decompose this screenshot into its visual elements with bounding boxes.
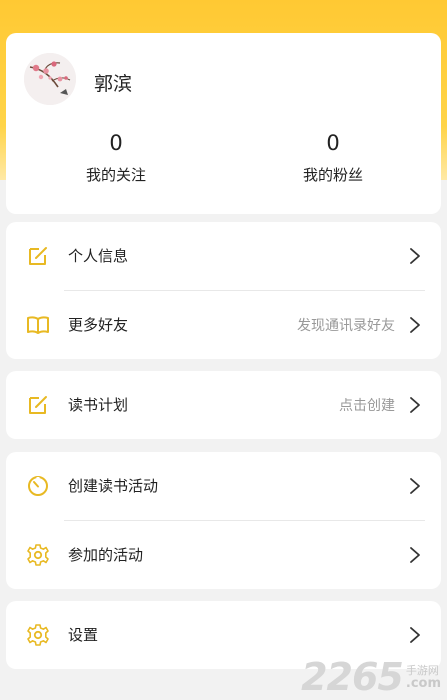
following-stat[interactable]: 0 我的关注 (36, 130, 196, 185)
timer-icon (26, 474, 50, 498)
plum-blossom-avatar-image (24, 53, 76, 105)
fans-count: 0 (326, 131, 340, 155)
chevron-right-icon (409, 316, 421, 334)
create-activity-row[interactable]: 创建读书活动 (6, 452, 441, 520)
watermark-number: 2265 (301, 655, 404, 699)
menu-group-activities: 创建读书活动 参加的活动 (6, 452, 441, 589)
chevron-right-icon (409, 247, 421, 265)
menu-group-plan: 读书计划 点击创建 (6, 371, 441, 439)
profile-card: 郭滨 0 我的关注 0 我的粉丝 (6, 33, 441, 214)
more-friends-hint: 发现通讯录好友 (297, 318, 395, 334)
reading-plan-hint: 点击创建 (339, 398, 395, 414)
gear-icon (26, 623, 50, 647)
book-icon (26, 313, 50, 337)
edit-icon (26, 244, 50, 268)
fans-stat[interactable]: 0 我的粉丝 (253, 130, 413, 185)
edit-icon (26, 393, 50, 417)
chevron-right-icon (409, 477, 421, 495)
more-friends-label: 更多好友 (68, 316, 129, 334)
user-name: 郭滨 (94, 73, 133, 95)
personal-info-row[interactable]: 个人信息 (6, 222, 441, 290)
reading-plan-row[interactable]: 读书计划 点击创建 (6, 371, 441, 439)
following-count: 0 (109, 131, 123, 155)
gear-icon (26, 543, 50, 567)
joined-activities-label: 参加的活动 (68, 546, 144, 564)
chevron-right-icon (409, 396, 421, 414)
following-label: 我的关注 (85, 166, 146, 184)
watermark-site-com: .com (405, 675, 441, 691)
watermark-side: 手游网 .com (406, 664, 441, 691)
more-friends-row[interactable]: 更多好友 发现通讯录好友 (6, 291, 441, 359)
personal-info-label: 个人信息 (68, 247, 129, 265)
chevron-right-icon (409, 546, 421, 564)
menu-group-profile: 个人信息 更多好友 发现通讯录好友 (6, 222, 441, 359)
avatar[interactable] (24, 53, 76, 105)
joined-activities-row[interactable]: 参加的活动 (6, 521, 441, 589)
create-activity-label: 创建读书活动 (68, 477, 159, 495)
chevron-right-icon (409, 626, 421, 644)
watermark-site-cn: 手游网 (405, 663, 439, 677)
fans-label: 我的粉丝 (302, 166, 363, 184)
site-watermark: 2265 手游网 .com (301, 657, 441, 697)
reading-plan-label: 读书计划 (68, 396, 129, 414)
settings-label: 设置 (68, 626, 99, 644)
